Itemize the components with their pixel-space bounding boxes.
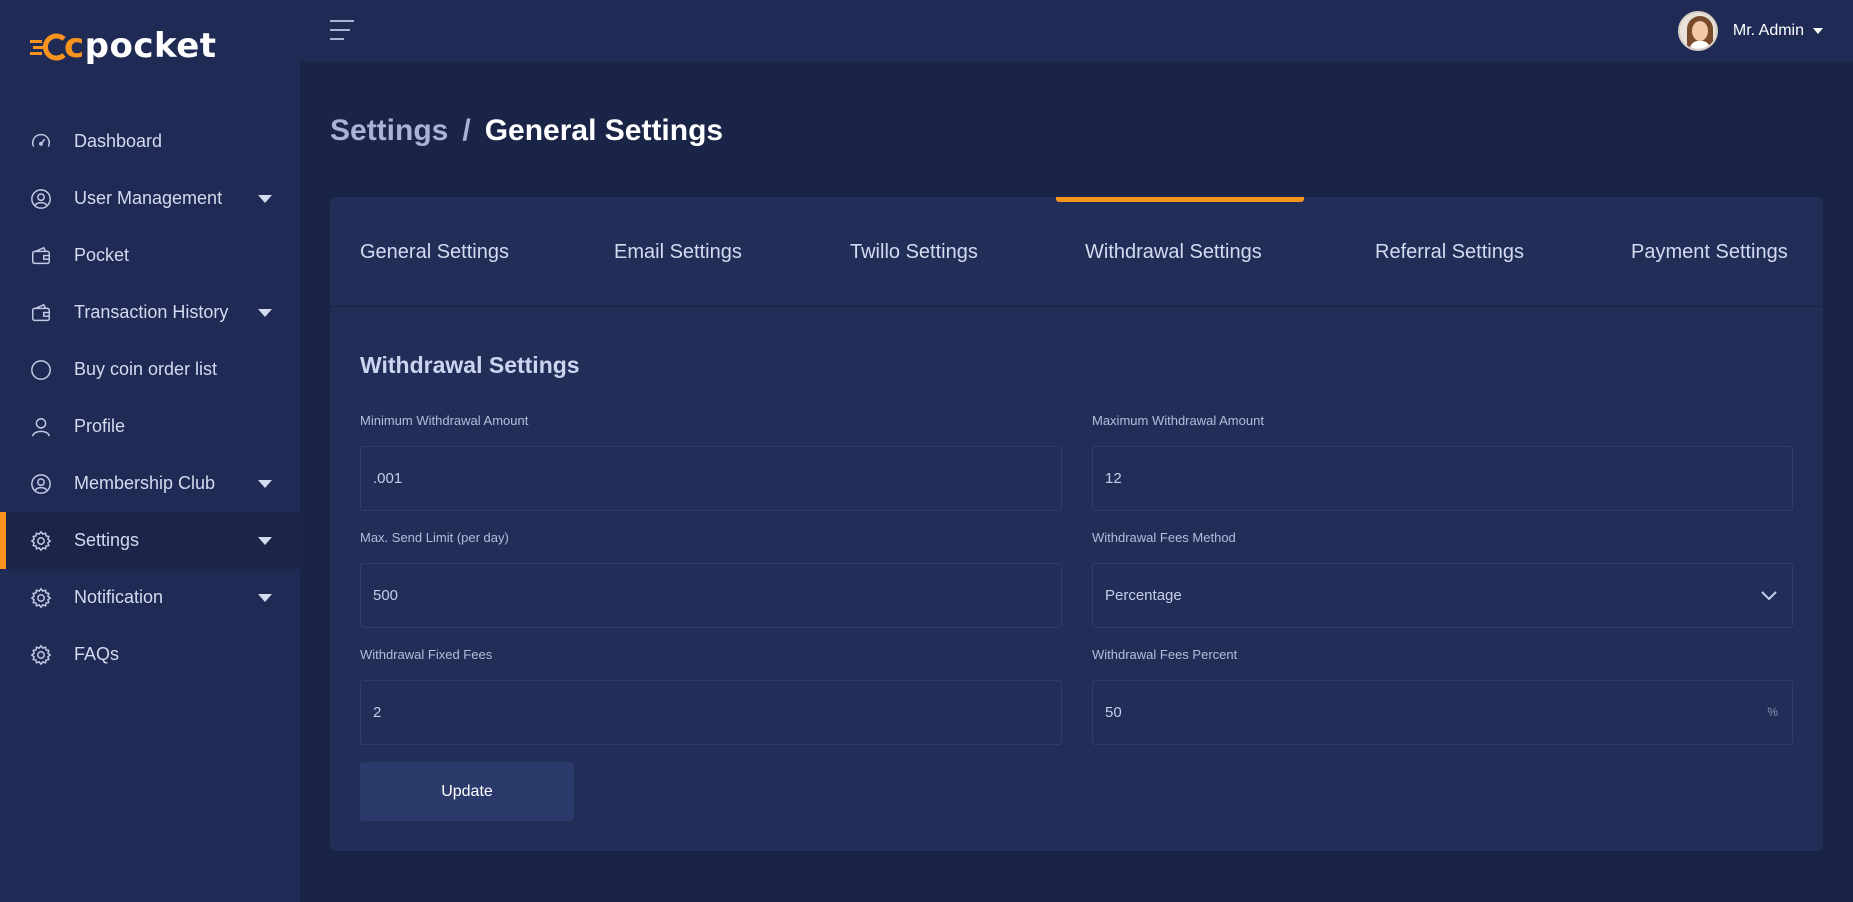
fees-method-select[interactable]: Percentage <box>1092 563 1793 628</box>
sidebar-item-faqs[interactable]: FAQs <box>0 626 300 683</box>
tab-referral-settings[interactable]: Referral Settings <box>1375 241 1524 264</box>
tab-twillo-settings[interactable]: Twillo Settings <box>850 241 978 264</box>
caret-down-icon <box>1813 28 1823 34</box>
user-circle-icon <box>31 473 51 494</box>
fixed-fees-field[interactable] <box>360 680 1062 745</box>
circle-icon <box>31 359 51 380</box>
menu-toggle-icon[interactable] <box>330 20 354 42</box>
sidebar-item-transaction-history[interactable]: Transaction History <box>0 284 300 341</box>
tab-withdrawal-settings[interactable]: Withdrawal Settings <box>1085 241 1262 264</box>
sidebar-item-notification[interactable]: Notification <box>0 569 300 626</box>
settings-card: General Settings Email Settings Twillo S… <box>330 197 1823 851</box>
caret-down-icon <box>258 537 272 545</box>
breadcrumb-separator: / <box>462 114 471 147</box>
sidebar-item-settings[interactable]: Settings <box>0 512 300 569</box>
sidebar-item-label: Pocket <box>74 245 130 265</box>
sidebar-item-pocket[interactable]: Pocket <box>0 227 300 284</box>
logo[interactable]: cpocket <box>30 24 217 68</box>
sidebar-item-label: Buy coin order list <box>74 359 218 379</box>
percent-suffix: % <box>1767 705 1778 719</box>
gear-icon <box>30 530 52 551</box>
tab-general-settings[interactable]: General Settings <box>360 241 509 264</box>
sidebar: cpocket Dashboard User Management Pocket <box>0 0 300 902</box>
sidebar-item-user-management[interactable]: User Management <box>0 170 300 227</box>
sidebar-item-profile[interactable]: Profile <box>0 398 300 455</box>
tab-email-settings[interactable]: Email Settings <box>614 241 742 264</box>
breadcrumb-parent[interactable]: Settings <box>330 114 448 147</box>
wallet-icon <box>32 246 50 264</box>
fees-method-value: Percentage <box>1105 587 1182 604</box>
min-withdrawal-input[interactable] <box>373 470 1013 487</box>
caret-down-icon <box>258 195 272 203</box>
sidebar-item-label: User Management <box>74 188 223 208</box>
max-send-limit-label: Max. Send Limit (per day) <box>360 530 509 545</box>
fees-percent-field[interactable]: % <box>1092 680 1793 745</box>
max-withdrawal-label: Maximum Withdrawal Amount <box>1092 413 1264 428</box>
caret-down-icon <box>258 480 272 488</box>
section-title: Withdrawal Settings <box>360 352 580 378</box>
max-send-limit-input[interactable] <box>373 587 1013 604</box>
update-button[interactable]: Update <box>360 762 574 821</box>
tab-payment-settings[interactable]: Payment Settings <box>1631 241 1788 264</box>
caret-down-icon <box>258 309 272 317</box>
sidebar-item-label: Notification <box>74 587 164 607</box>
breadcrumb: Settings / General Settings <box>330 114 723 148</box>
settings-tabs: General Settings Email Settings Twillo S… <box>330 197 1823 307</box>
wallet-icon <box>32 303 50 321</box>
sidebar-item-dashboard[interactable]: Dashboard <box>0 113 300 170</box>
breadcrumb-current: General Settings <box>484 114 724 147</box>
fixed-fees-label: Withdrawal Fixed Fees <box>360 647 493 662</box>
min-withdrawal-label: Minimum Withdrawal Amount <box>360 413 529 428</box>
sidebar-item-label: Profile <box>74 416 126 436</box>
min-withdrawal-field[interactable] <box>360 446 1062 511</box>
user-circle-icon <box>31 188 51 209</box>
user-menu[interactable]: Mr. Admin <box>1677 10 1823 52</box>
fees-method-label: Withdrawal Fees Method <box>1092 530 1236 545</box>
top-bar: Mr. Admin <box>300 0 1853 62</box>
logo-icon <box>30 33 66 61</box>
fees-percent-label: Withdrawal Fees Percent <box>1092 647 1238 662</box>
user-name: Mr. Admin <box>1732 22 1804 39</box>
max-withdrawal-field[interactable] <box>1092 446 1793 511</box>
chevron-down-icon <box>1761 591 1777 601</box>
avatar <box>1677 11 1718 51</box>
gear-icon <box>30 644 52 665</box>
fixed-fees-input[interactable] <box>373 704 1013 721</box>
speedometer-icon <box>32 133 50 147</box>
max-withdrawal-input[interactable] <box>1105 470 1745 487</box>
sidebar-item-membership-club[interactable]: Membership Club <box>0 455 300 512</box>
logo-text: cpocket <box>64 26 217 66</box>
gear-icon <box>30 587 52 608</box>
sidebar-nav: Dashboard User Management Pocket Transac… <box>0 113 300 683</box>
sidebar-item-label: Membership Club <box>74 473 216 493</box>
max-send-limit-field[interactable] <box>360 563 1062 628</box>
sidebar-item-label: Transaction History <box>74 302 229 322</box>
sidebar-item-label: Settings <box>74 530 140 550</box>
active-tab-indicator <box>1056 197 1304 202</box>
caret-down-icon <box>258 594 272 602</box>
sidebar-item-buy-coin-order-list[interactable]: Buy coin order list <box>0 341 300 398</box>
sidebar-item-label: FAQs <box>74 644 120 664</box>
person-icon <box>32 417 50 436</box>
fees-percent-input[interactable] <box>1105 704 1745 721</box>
sidebar-item-label: Dashboard <box>74 131 163 151</box>
